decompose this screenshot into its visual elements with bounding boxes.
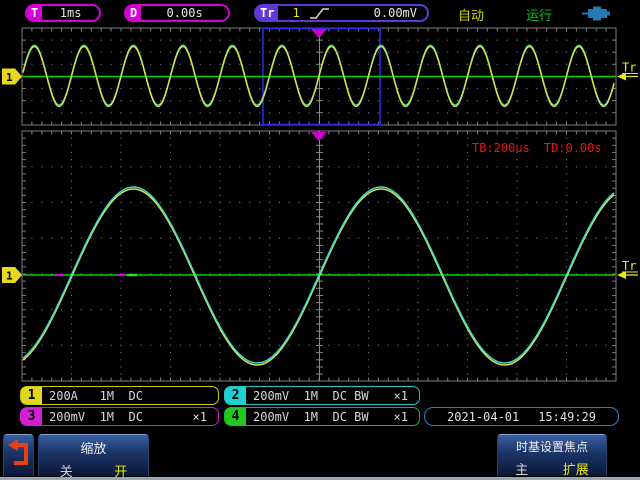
menu-back-button[interactable]: [3, 434, 34, 476]
run-state-indicator: 运行: [526, 5, 552, 24]
ground-mark: [127, 274, 137, 276]
trigger-readout: Tr 1 0.00mV: [254, 4, 429, 22]
trigger-label: Tr: [256, 6, 278, 20]
overview-window: 1 Tr: [2, 28, 638, 125]
trigger-source: 1: [292, 6, 299, 20]
trigger-mode-indicator: 自动: [458, 5, 484, 24]
zoom-menu-title: 缩放: [39, 438, 148, 457]
rising-edge-icon: [308, 6, 330, 20]
channel-1-badge: 1: [21, 387, 42, 404]
timebase-extended-option[interactable]: 扩展: [563, 459, 589, 478]
return-arrow-icon: [4, 435, 33, 475]
channel-4-settings: 200mV 1M DC BW: [253, 410, 369, 424]
td-value: TD:0.00s: [544, 141, 602, 155]
date-value: 2021-04-01: [447, 410, 519, 424]
delay-readout: D 0.00s: [124, 4, 230, 22]
delay-value: 0.00s: [141, 6, 228, 20]
timebase-main-option[interactable]: 主: [515, 459, 528, 478]
zoom-timebase-readout: TB:200us TD:0.00s: [472, 141, 616, 155]
channel-2-info: 2 200mV 1M DC BW ×1: [224, 386, 420, 405]
sine-trace: [23, 45, 614, 105]
channel-4-info: 4 200mV 1M DC BW ×1: [224, 407, 420, 426]
channel-2-badge: 2: [225, 387, 246, 404]
usb-plug-icon: [582, 5, 612, 22]
svg-text:1: 1: [6, 270, 13, 283]
channel-2-settings: 200mV 1M DC BW: [253, 389, 369, 403]
channel-1-info: 1 200A 1M DC: [20, 386, 219, 405]
trigger-level-marker-label: Tr: [622, 61, 636, 75]
trigger-position-marker: [311, 29, 327, 38]
time-value: 15:49:29: [538, 410, 596, 424]
tb-value: TB:200us: [472, 141, 530, 155]
channel-4-scale: ×1: [394, 410, 408, 424]
zoomed-window: 1 Tr: [2, 131, 638, 381]
datetime-display: 2021-04-01 15:49:29: [424, 407, 619, 426]
trigger-position-marker: [311, 132, 327, 141]
timebase-focus-title: 时基设置焦点: [498, 438, 606, 455]
timebase-focus-menu-button[interactable]: 时基设置焦点 主 扩展: [497, 434, 607, 476]
trigger-level: 0.00mV: [330, 6, 427, 20]
oscilloscope-screen: 1 Tr 1 Tr T 1ms D 0.00s Tr 1 0.00mV 自动 运行 T…: [0, 0, 640, 480]
soft-menu-bar: 缩放 关 开 时基设置焦点 主 扩展: [0, 433, 640, 477]
channel-3-badge: 3: [21, 408, 42, 425]
channel-3-settings: 200mV 1M DC: [49, 410, 143, 424]
ground-mark: [55, 274, 64, 276]
svg-text:1: 1: [6, 71, 13, 84]
channel-2-scale: ×1: [394, 389, 408, 403]
timebase-readout: T 1ms: [25, 4, 101, 22]
delay-label: D: [126, 6, 141, 20]
channel-3-info: 3 200mV 1M DC ×1: [20, 407, 219, 426]
channel-1-settings: 200A 1M DC: [49, 389, 143, 403]
channel-3-scale: ×1: [193, 410, 207, 424]
trigger-level-marker-label: Tr: [622, 259, 636, 273]
zoom-menu-button[interactable]: 缩放 关 开: [38, 434, 149, 476]
channel-4-badge: 4: [225, 408, 246, 425]
ground-mark: [117, 274, 126, 276]
timebase-value: 1ms: [42, 6, 99, 20]
timebase-label: T: [27, 6, 42, 20]
